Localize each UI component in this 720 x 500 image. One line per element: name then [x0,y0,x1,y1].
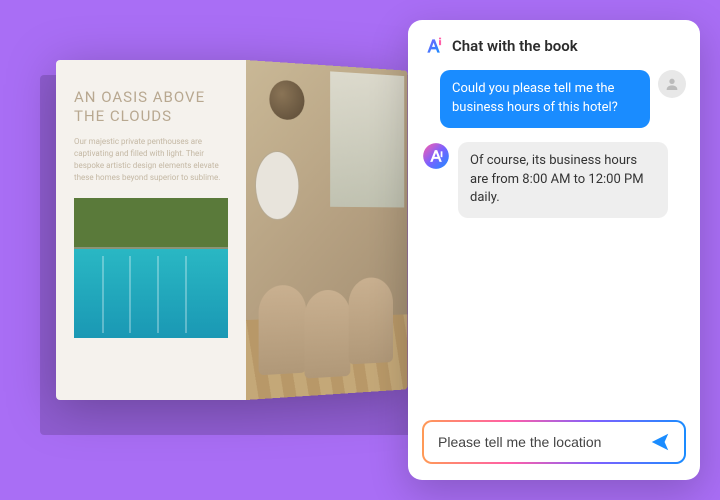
chat-input[interactable] [422,420,686,464]
book-page-right [246,60,407,400]
ai-logo-icon [424,36,444,56]
ai-avatar-icon [422,142,450,170]
chat-message-ai: Of course, its business hours are from 8… [422,142,686,219]
page-body-text: Our majestic private penthouses are capt… [74,136,228,184]
chat-input-field[interactable] [438,434,646,450]
page-heading: AN OASIS ABOVE THE CLOUDS [74,88,228,126]
pool-image [74,198,228,338]
chat-message-user: Could you please tell me the business ho… [422,70,686,128]
user-bubble: Could you please tell me the business ho… [440,70,650,128]
send-icon [649,431,671,453]
send-button[interactable] [646,428,674,456]
chat-messages: Could you please tell me the business ho… [408,66,700,408]
ai-bubble: Of course, its business hours are from 8… [458,142,668,219]
chat-input-container [408,408,700,480]
chat-title: Chat with the book [452,37,578,55]
user-avatar-icon [658,70,686,98]
book-page-left: AN OASIS ABOVE THE CLOUDS Our majestic p… [56,60,246,400]
room-image [246,60,407,400]
chat-panel: Chat with the book Could you please tell… [408,20,700,480]
chat-header: Chat with the book [408,20,700,66]
book-spread: AN OASIS ABOVE THE CLOUDS Our majestic p… [56,60,436,400]
